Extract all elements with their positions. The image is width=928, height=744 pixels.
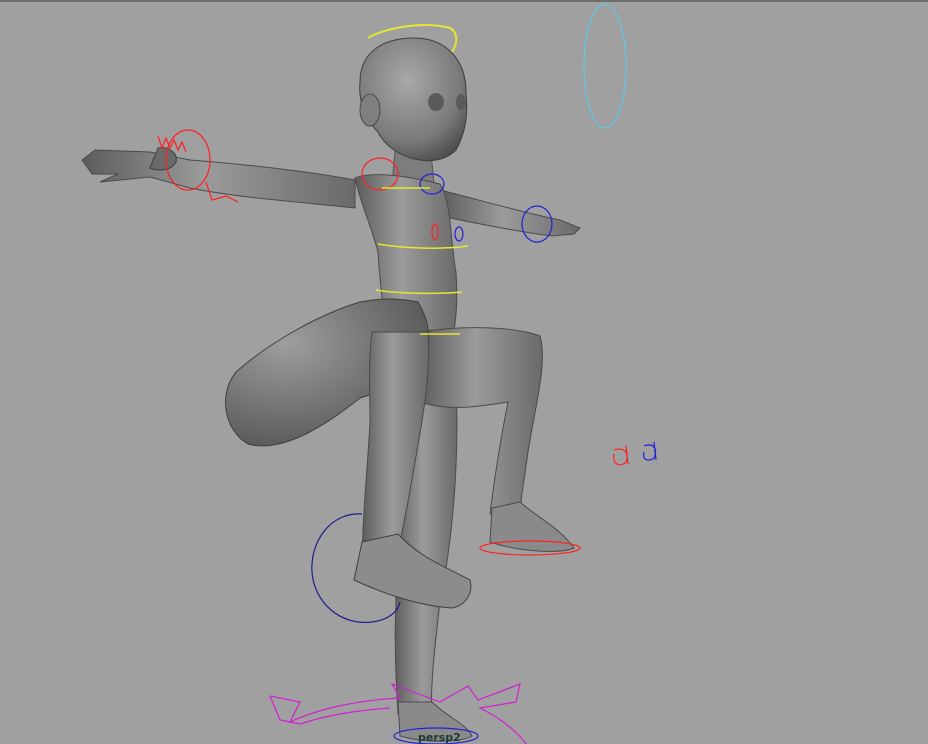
mesh-left-arm bbox=[81, 149, 356, 209]
character-mesh[interactable] bbox=[81, 37, 581, 742]
3d-viewport[interactable]: persp2 bbox=[0, 0, 928, 744]
mesh-right-arm bbox=[439, 189, 581, 237]
mesh-eye-left bbox=[428, 93, 444, 111]
viewport-scene[interactable] bbox=[0, 2, 928, 744]
mesh-right-foot bbox=[489, 501, 575, 552]
pole-vector-right[interactable] bbox=[643, 441, 657, 461]
chest-control-right[interactable] bbox=[454, 226, 464, 242]
camera-name-label: persp2 bbox=[418, 731, 461, 744]
head-aux-control[interactable] bbox=[583, 3, 627, 129]
mesh-ear bbox=[359, 93, 381, 127]
mesh-eye-right bbox=[456, 94, 466, 110]
mesh-left-hand bbox=[149, 147, 177, 171]
pole-vector-left[interactable] bbox=[613, 445, 629, 466]
